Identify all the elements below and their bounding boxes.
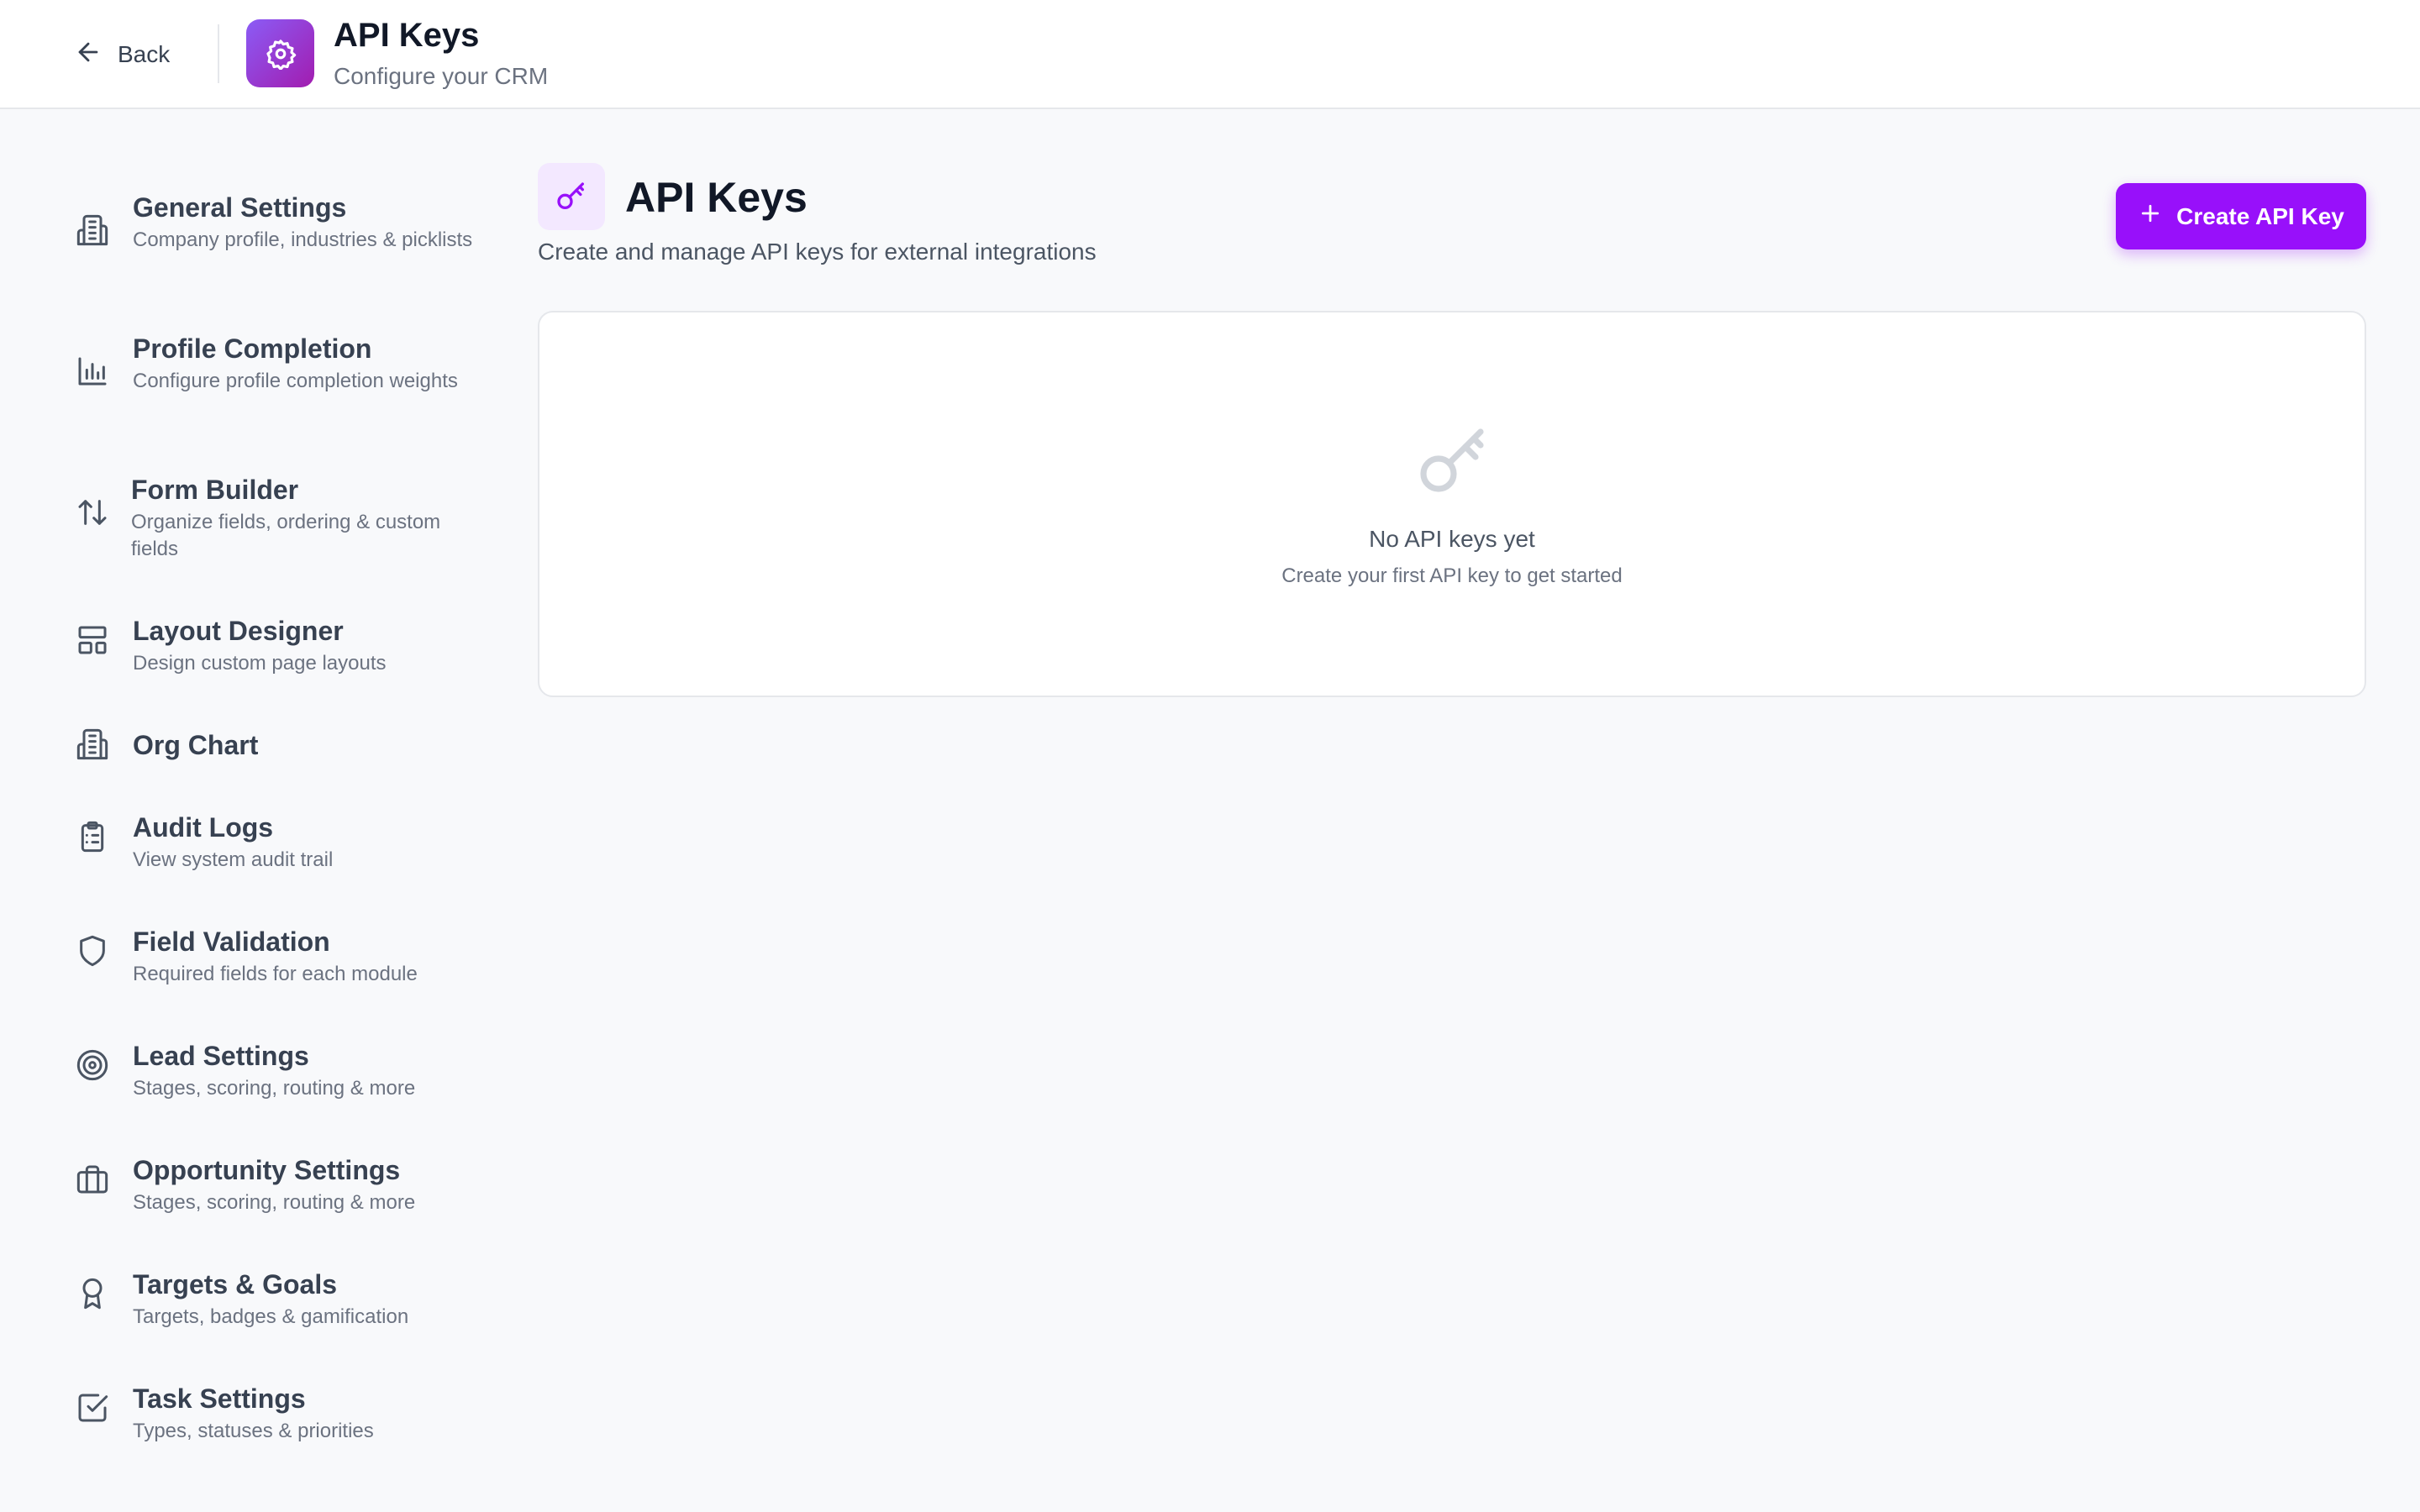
empty-state-card: No API keys yet Create your first API ke… — [538, 311, 2366, 697]
briefcase-icon — [76, 1163, 118, 1205]
sidebar-item-label: Targets & Goals — [133, 1269, 338, 1299]
shield-icon — [76, 934, 118, 976]
page-subtitle: Configure your CRM — [334, 63, 549, 89]
layout-icon — [76, 623, 118, 665]
sidebar-item-desc: Configure profile completion weights — [133, 370, 458, 392]
sidebar-item-label: Opportunity Settings — [133, 1155, 401, 1185]
top-header: Back API Keys Configure your CRM — [0, 0, 2420, 109]
target-icon — [76, 1048, 118, 1090]
bar-chart-icon — [76, 354, 118, 396]
page-title: API Keys — [334, 17, 480, 54]
sidebar-item-desc: Required fields for each module — [133, 963, 418, 985]
sidebar-item-label: Org Chart — [133, 730, 259, 760]
sidebar-item-desc: Company profile, industries & picklists — [133, 228, 473, 251]
sidebar-item-desc: Organize fields, ordering & custom field… — [131, 511, 441, 560]
check-square-icon — [76, 1391, 118, 1433]
building-icon — [76, 213, 118, 255]
sort-arrows-icon — [76, 496, 118, 538]
sidebar-item-label: Task Settings — [133, 1383, 306, 1414]
back-label: Back — [118, 41, 171, 67]
arrow-left-icon — [74, 38, 103, 72]
sidebar-item-desc: Types, statuses & priorities — [133, 1420, 374, 1442]
sidebar-item-label: General Settings — [133, 192, 347, 223]
sidebar-item-desc: Stages, scoring, routing & more — [133, 1191, 416, 1214]
sidebar-item-label: Field Validation — [133, 927, 330, 957]
sidebar-item-label: Audit Logs — [133, 812, 274, 843]
section-title: API Keys — [625, 174, 808, 221]
section-subtitle: Create and manage API keys for external … — [538, 239, 1097, 265]
sidebar-item-desc: Stages, scoring, routing & more — [133, 1077, 416, 1100]
building-icon — [76, 727, 118, 769]
empty-state-subtitle: Create your first API key to get started — [1281, 564, 1623, 587]
sidebar-item-label: Profile Completion — [133, 333, 372, 364]
clipboard-list-icon — [76, 820, 118, 862]
sidebar-item-label: Form Builder — [131, 475, 299, 505]
sidebar-item-desc: Design custom page layouts — [133, 652, 387, 675]
key-icon — [1413, 422, 1494, 502]
award-icon — [76, 1277, 118, 1319]
create-api-key-label: Create API Key — [2176, 202, 2344, 229]
settings-gear-icon — [246, 19, 314, 87]
empty-state-title: No API keys yet — [1369, 526, 1535, 552]
back-button[interactable]: Back — [74, 34, 170, 76]
sidebar-item-desc: View system audit trail — [133, 848, 334, 871]
sidebar-item-label: Lead Settings — [133, 1041, 309, 1071]
header-divider — [218, 24, 219, 83]
sidebar-item-desc: Targets, badges & gamification — [133, 1305, 409, 1328]
create-api-key-button[interactable]: Create API Key — [2116, 183, 2366, 249]
key-icon — [538, 163, 605, 230]
settings-sidebar: General Settings Company profile, indust… — [0, 109, 504, 1512]
sidebar-item-label: Layout Designer — [133, 616, 344, 646]
plus-icon — [2138, 201, 2163, 232]
